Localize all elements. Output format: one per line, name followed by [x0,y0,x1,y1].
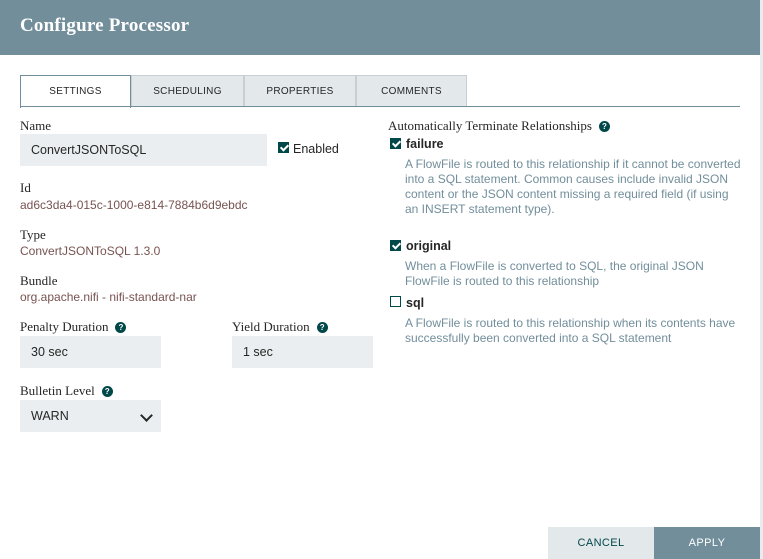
yield-duration-label-text: Yield Duration [232,319,310,334]
help-icon[interactable]: ? [101,386,113,397]
tab-settings[interactable]: SETTINGS [20,75,131,108]
failure-checkbox[interactable] [390,138,401,149]
tab-scheduling[interactable]: SCHEDULING [131,75,244,106]
original-description: When a FlowFile is converted to SQL, the… [405,259,704,288]
original-label: original [406,239,452,253]
name-input[interactable]: ConvertJSONToSQL [20,134,267,166]
id-value: ad6c3da4-015c-1000-e814-7884b6d9ebdc [20,198,248,212]
bulletin-level-select[interactable]: WARN [20,400,161,432]
penalty-duration-input[interactable]: 30 sec [20,336,161,368]
dialog-title: Configure Processor [20,15,190,36]
enabled-checkbox[interactable] [278,142,289,153]
configure-processor-dialog: Configure Processor SETTINGS SCHEDULING … [0,0,761,559]
relationships-title: Automatically Terminate Relationships? [388,118,610,134]
dialog-header: Configure Processor [0,0,760,55]
type-label: Type [20,227,46,242]
chevron-down-icon [140,409,153,422]
original-checkbox[interactable] [390,240,401,251]
penalty-duration-label: Penalty Duration? [20,319,127,335]
yield-duration-label: Yield Duration? [232,319,328,335]
tab-comments[interactable]: COMMENTS [356,75,467,106]
apply-button[interactable]: APPLY [654,527,760,559]
penalty-duration-label-text: Penalty Duration [20,319,109,334]
sql-checkbox[interactable] [390,296,401,307]
bulletin-level-label-text: Bulletin Level [20,383,95,398]
help-icon[interactable]: ? [316,322,328,333]
bundle-value: org.apache.nifi - nifi-standard-nar [20,290,197,304]
bundle-label: Bundle [20,273,58,288]
bulletin-level-value: WARN [31,409,69,423]
sql-description: A FlowFile is routed to this relationshi… [405,316,736,345]
relationships-title-text: Automatically Terminate Relationships [388,118,592,133]
yield-duration-input[interactable]: 1 sec [232,336,373,368]
cancel-button[interactable]: CANCEL [548,527,654,559]
sql-label: sql [406,296,425,310]
id-label: Id [20,180,31,195]
help-icon[interactable]: ? [115,322,127,333]
type-value: ConvertJSONToSQL 1.3.0 [20,244,161,258]
tab-properties[interactable]: PROPERTIES [244,75,356,106]
tab-underline [20,106,740,107]
help-icon[interactable]: ? [598,121,610,132]
failure-description: A FlowFile is routed to this relationshi… [405,157,741,216]
name-label: Name [20,118,52,133]
failure-label: failure [406,137,444,151]
bulletin-level-label: Bulletin Level? [20,383,113,399]
enabled-label: Enabled [293,142,339,156]
